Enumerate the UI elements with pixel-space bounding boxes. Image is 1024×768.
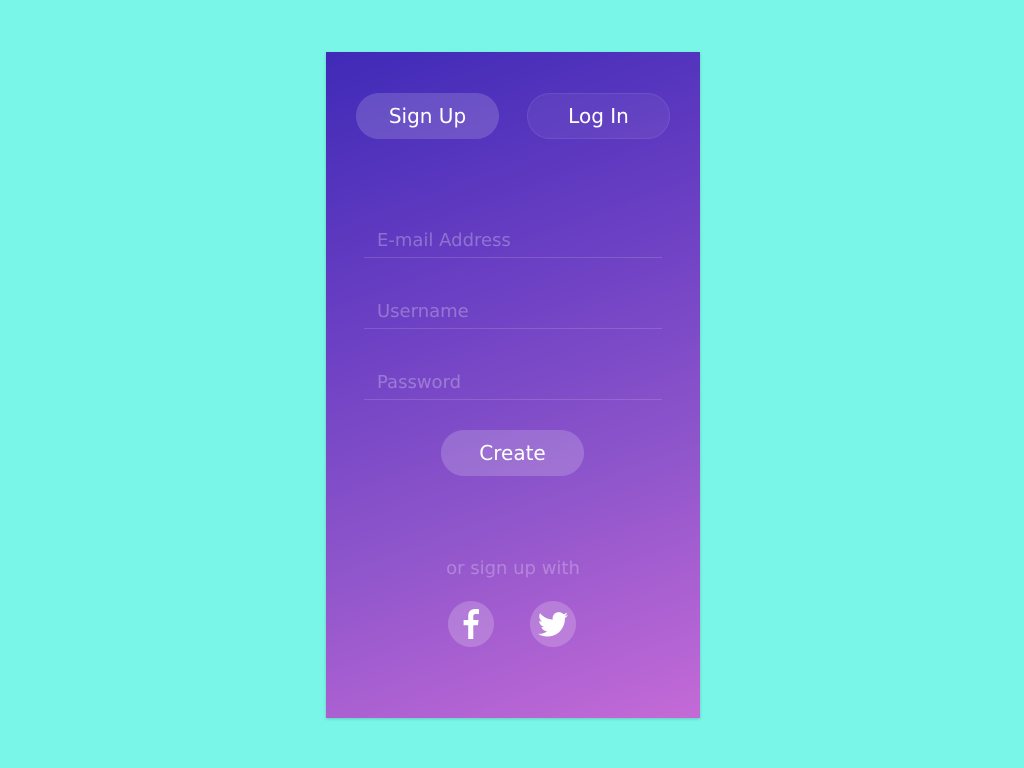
tab-log-in[interactable]: Log In: [527, 93, 670, 139]
email-field-wrapper: [364, 223, 662, 258]
username-field-wrapper: [364, 294, 662, 329]
password-field-wrapper: [364, 365, 662, 400]
create-button[interactable]: Create: [441, 430, 584, 476]
social-signup-caption: or sign up with: [446, 558, 580, 579]
signup-card: Sign Up Log In Create or sign up with: [326, 52, 700, 718]
email-field[interactable]: [364, 223, 662, 257]
twitter-signup-button[interactable]: [530, 601, 576, 647]
tab-sign-up[interactable]: Sign Up: [356, 93, 499, 139]
twitter-icon: [538, 611, 568, 636]
username-field[interactable]: [364, 294, 662, 328]
auth-tabs: Sign Up Log In: [356, 93, 670, 139]
password-field[interactable]: [364, 365, 662, 399]
facebook-signup-button[interactable]: [448, 601, 494, 647]
facebook-icon: [463, 609, 479, 639]
